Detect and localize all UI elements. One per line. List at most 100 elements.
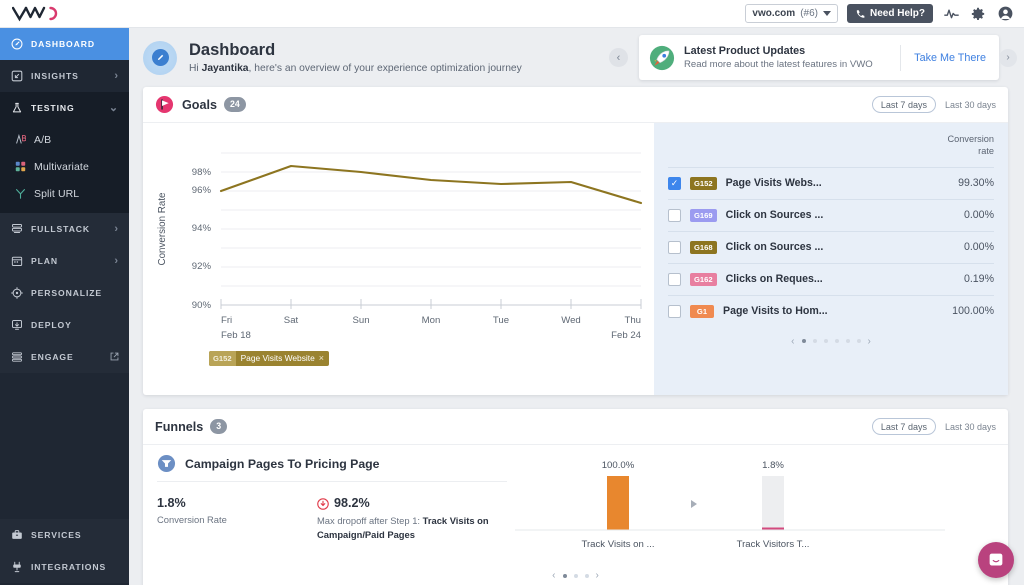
- pager-dot[interactable]: [801, 339, 806, 344]
- goal-row[interactable]: G152 Page Visits Webs... 99.30%: [668, 166, 994, 199]
- need-help-button[interactable]: Need Help?: [846, 4, 933, 23]
- multivariate-icon: [14, 161, 26, 173]
- dashboard-avatar-icon: [143, 40, 177, 75]
- goal-name: Click on Sources ...: [725, 241, 824, 254]
- goal-name: Click on Sources ...: [725, 209, 824, 222]
- goal-name: Clicks on Reques...: [725, 273, 823, 286]
- pulse-icon[interactable]: [942, 5, 960, 23]
- pager-dot[interactable]: [812, 339, 817, 344]
- goals-range-toggle: Last 7 days Last 30 days: [871, 96, 996, 113]
- goals-list: Conversion rate G152 Page Visits Webs...…: [654, 123, 1008, 395]
- goal-conversion-rate: 0.19%: [963, 273, 994, 286]
- sidebar-sub-label: A/B: [34, 133, 52, 146]
- goal-row[interactable]: G1 Page Visits to Hom... 100.00%: [668, 294, 994, 327]
- chat-icon: [989, 553, 1003, 566]
- goals-range-last-30-days[interactable]: Last 30 days: [945, 100, 996, 110]
- pager-dot[interactable]: [584, 573, 589, 578]
- goal-checkbox[interactable]: [668, 304, 681, 318]
- greeting-user: Jayantika: [201, 62, 249, 74]
- phone-icon: [856, 9, 865, 18]
- sidebar-item-integrations[interactable]: INTEGRATIONS: [0, 551, 129, 583]
- sidebar-item-services[interactable]: SERVICES: [0, 519, 129, 551]
- site-id: (#6): [800, 8, 818, 19]
- account-icon[interactable]: [996, 5, 1014, 23]
- svg-text:94%: 94%: [192, 223, 212, 234]
- sidebar-item-personalize[interactable]: PERSONALIZE: [0, 277, 129, 309]
- gear-icon[interactable]: [969, 5, 987, 23]
- sidebar-label: TESTING: [31, 103, 75, 113]
- goal-checkbox[interactable]: [668, 208, 681, 222]
- sidebar-item-testing[interactable]: TESTING ⌄: [0, 92, 129, 124]
- goal-conversion-rate: 0.00%: [963, 241, 994, 254]
- vwo-logo[interactable]: [12, 0, 58, 28]
- goal-checkbox[interactable]: [668, 272, 681, 286]
- pager-dot[interactable]: [823, 339, 828, 344]
- greeting-suffix: , here's an overview of your experience …: [248, 62, 522, 74]
- page-header-text: Dashboard Hi Jayantika, here's an overvi…: [189, 41, 522, 74]
- conversion-head-line1: Conversion: [947, 134, 994, 144]
- sidebar-label: DEPLOY: [31, 320, 72, 330]
- promo-next-button[interactable]: ›: [999, 48, 1017, 67]
- chevron-down-icon: ⌄: [108, 101, 119, 114]
- pager-dot[interactable]: [856, 339, 861, 344]
- goals-body: 92% 94% 96% 98% 90% Conversion Rate Fri …: [143, 123, 1008, 395]
- sidebar-label: INTEGRATIONS: [31, 562, 107, 572]
- pager-prev-button[interactable]: ‹: [552, 570, 555, 581]
- goal-id-badge: G1: [690, 304, 714, 318]
- sidebar-item-insights[interactable]: INSIGHTS ›: [0, 60, 129, 92]
- integrations-icon: [10, 561, 23, 574]
- pager-dot[interactable]: [834, 339, 839, 344]
- site-name: vwo.com: [752, 8, 796, 19]
- sidebar-item-multivariate[interactable]: Multivariate: [0, 153, 129, 180]
- svg-text:96%: 96%: [192, 185, 212, 196]
- goals-range-last-7-days[interactable]: Last 7 days: [871, 96, 936, 113]
- pager-dot[interactable]: [845, 339, 850, 344]
- goal-row[interactable]: G168 Click on Sources ... 0.00%: [668, 230, 994, 263]
- funnels-range-last-7-days[interactable]: Last 7 days: [871, 418, 936, 435]
- sidebar-item-fullstack[interactable]: FULLSTACK ›: [0, 213, 129, 245]
- goal-id-badge: G152: [690, 176, 717, 190]
- funnel-title-row[interactable]: Campaign Pages To Pricing Page: [157, 454, 507, 482]
- funnels-pager: ‹ ›: [143, 563, 1008, 585]
- pencil-icon: [151, 49, 169, 66]
- promo-cta-link[interactable]: Take Me There: [901, 52, 999, 64]
- funnels-title: Funnels: [155, 419, 204, 434]
- funnel-bar-chart: 100.0% 1.8% Track Visits on ... Track Vi…: [507, 454, 996, 563]
- conversion-head-line2: rate: [978, 146, 994, 157]
- sidebar-label: DASHBOARD: [31, 39, 95, 49]
- sidebar-item-ab[interactable]: A/B: [0, 126, 129, 153]
- funnels-range-last-30-days[interactable]: Last 30 days: [945, 422, 996, 432]
- funnels-count-badge: 3: [210, 418, 228, 435]
- sidebar-item-engage[interactable]: ENGAGE: [0, 341, 129, 373]
- pager-dot[interactable]: [573, 573, 578, 578]
- funnel-dropoff-label: Max dropoff after Step 1: Track Visits o…: [317, 514, 495, 541]
- promo-prev-button[interactable]: ‹: [609, 48, 628, 67]
- svg-text:100.0%: 100.0%: [602, 460, 635, 471]
- pager-prev-button[interactable]: ‹: [791, 336, 794, 347]
- site-selector[interactable]: vwo.com (#6): [745, 4, 838, 23]
- goal-checkbox[interactable]: [668, 176, 681, 190]
- sidebar-item-plan[interactable]: PLAN ›: [0, 245, 129, 277]
- sidebar-item-deploy[interactable]: DEPLOY: [0, 309, 129, 341]
- goal-row[interactable]: G169 Click on Sources ... 0.00%: [668, 198, 994, 231]
- sidebar-sub-label: Multivariate: [34, 160, 89, 173]
- goal-row[interactable]: G162 Clicks on Reques... 0.19%: [668, 262, 994, 295]
- pager-next-button[interactable]: ›: [868, 336, 871, 347]
- chart-legend-chip[interactable]: G152 Page Visits Website ×: [209, 351, 330, 366]
- pager-next-button[interactable]: ›: [596, 570, 599, 581]
- need-help-label: Need Help?: [869, 8, 925, 19]
- promo-title: Latest Product Updates: [684, 45, 806, 57]
- promo-banner[interactable]: Latest Product Updates Read more about t…: [639, 35, 999, 80]
- sidebar-item-dashboard[interactable]: DASHBOARD: [0, 28, 129, 60]
- svg-text:Track Visitors T...: Track Visitors T...: [737, 539, 810, 550]
- goal-checkbox[interactable]: [668, 240, 681, 254]
- funnel-name: Campaign Pages To Pricing Page: [185, 456, 380, 471]
- close-icon[interactable]: ×: [319, 351, 329, 366]
- pager-dot[interactable]: [562, 573, 567, 578]
- chat-widget-button[interactable]: [978, 542, 1014, 578]
- chevron-down-icon: [822, 11, 831, 16]
- calendar-icon: [10, 255, 23, 268]
- sidebar-sub-label: Split URL: [34, 187, 80, 200]
- sidebar-item-split-url[interactable]: Split URL: [0, 180, 129, 207]
- sidebar-label: PERSONALIZE: [31, 288, 103, 298]
